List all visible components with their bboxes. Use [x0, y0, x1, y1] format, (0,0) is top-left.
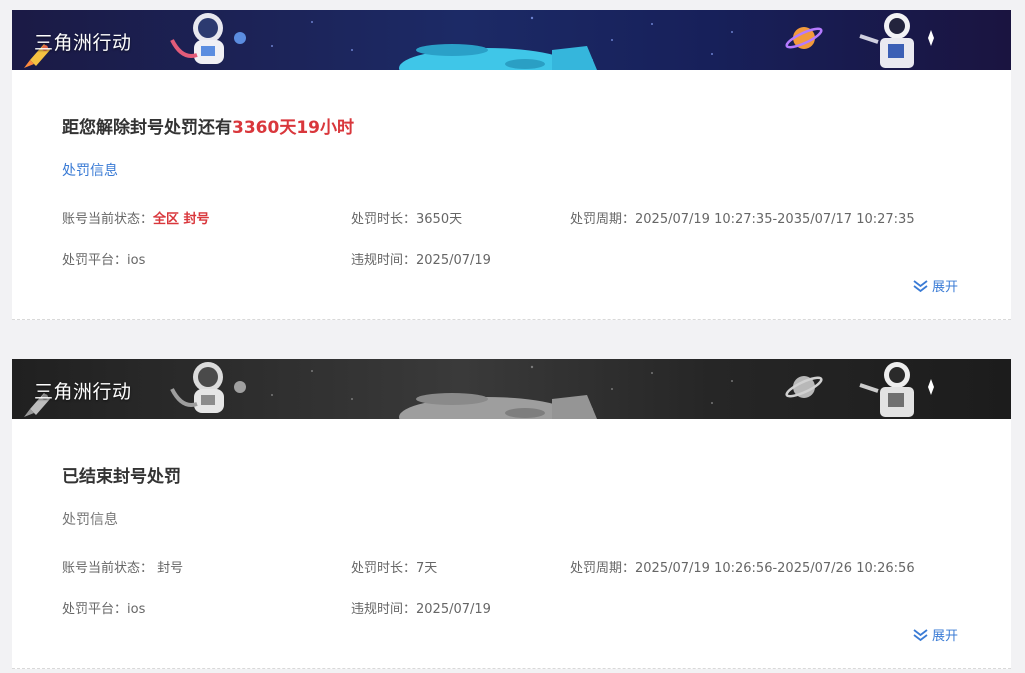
period-label: 处罚周期：	[570, 212, 636, 227]
chevron-double-down-icon	[913, 279, 928, 292]
violation-label: 违规时间：	[351, 253, 417, 268]
game-banner: 三角洲行动	[12, 10, 1011, 70]
expand-button[interactable]: 展开	[912, 276, 958, 295]
platform-label: 处罚平台：	[62, 253, 128, 268]
account-status: 账号当前状态： 封号	[62, 557, 183, 576]
punishment-period: 处罚周期：2025/07/19 10:27:35-2035/07/17 10:2…	[570, 208, 915, 227]
punishment-platform: 处罚平台：ios	[62, 249, 145, 268]
violation-time: 违规时间：2025/07/19	[351, 598, 491, 617]
game-banner: 三角洲行动	[12, 359, 1011, 419]
ban-ended-headline: 已结束封号处罚	[62, 467, 181, 487]
status-value: 封号	[157, 561, 184, 576]
game-name: 三角洲行动	[34, 381, 132, 403]
violation-value: 2025/07/19	[416, 253, 491, 268]
violation-value: 2025/07/19	[416, 602, 491, 617]
account-status: 账号当前状态：全区 封号	[62, 208, 210, 227]
headline-prefix: 距您解除封号处罚还有	[62, 118, 232, 138]
punishment-info-label: 处罚信息	[62, 512, 118, 528]
period-value: 2025/07/19 10:27:35-2035/07/17 10:27:35	[635, 212, 915, 227]
violation-label: 违规时间：	[351, 602, 417, 617]
punishment-platform: 处罚平台：ios	[62, 598, 145, 617]
duration-value: 7天	[416, 561, 438, 576]
status-label: 账号当前状态：	[62, 561, 154, 576]
status-label: 账号当前状态：	[62, 212, 154, 227]
expand-button[interactable]: 展开	[912, 625, 958, 644]
ban-record-card-active: 三角洲行动 距您解除封号处罚还有3360天19小时 处罚信息 账号当前状态：全区…	[12, 10, 1011, 320]
remaining-time: 3360天19小时	[232, 118, 354, 138]
period-value: 2025/07/19 10:26:56-2025/07/26 10:26:56	[635, 561, 915, 576]
space-banner-art-grayscale	[12, 359, 1011, 419]
punishment-duration: 处罚时长：7天	[351, 557, 437, 576]
platform-label: 处罚平台：	[62, 602, 128, 617]
expand-label: 展开	[932, 280, 959, 295]
space-banner-art	[12, 10, 1011, 70]
violation-time: 违规时间：2025/07/19	[351, 249, 491, 268]
punishment-info-label: 处罚信息	[62, 163, 118, 179]
duration-label: 处罚时长：	[351, 561, 417, 576]
duration-value: 3650天	[416, 212, 463, 227]
platform-value: ios	[127, 253, 146, 268]
ban-record-card-ended: 三角洲行动 已结束封号处罚 处罚信息 账号当前状态： 封号 处罚时长：7天 处罚…	[12, 359, 1011, 669]
platform-value: ios	[127, 602, 146, 617]
game-name: 三角洲行动	[34, 32, 132, 54]
expand-label: 展开	[932, 629, 959, 644]
duration-label: 处罚时长：	[351, 212, 417, 227]
status-value: 全区 封号	[153, 212, 210, 227]
period-label: 处罚周期：	[570, 561, 636, 576]
ban-countdown-headline: 距您解除封号处罚还有3360天19小时	[62, 113, 354, 138]
punishment-duration: 处罚时长：3650天	[351, 208, 462, 227]
chevron-double-down-icon	[913, 628, 928, 641]
punishment-period: 处罚周期：2025/07/19 10:26:56-2025/07/26 10:2…	[570, 557, 915, 576]
